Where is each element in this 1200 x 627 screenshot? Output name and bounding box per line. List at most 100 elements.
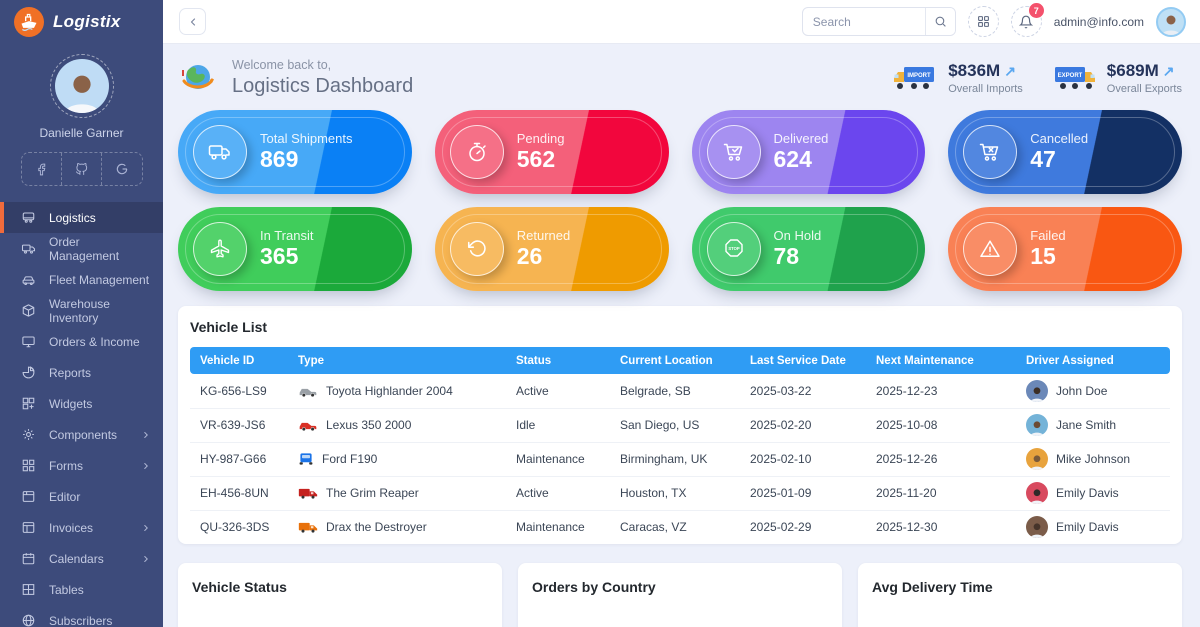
- stat-card-failed: Failed15: [948, 207, 1182, 291]
- vehicle-list-title: Vehicle List: [190, 319, 1170, 335]
- stat-card-pending: Pending562: [435, 110, 669, 194]
- driver-avatar: [1026, 380, 1048, 402]
- facebook-icon[interactable]: [22, 153, 61, 185]
- overall-exports: EXPORT $689M↗ Overall Exports: [1051, 61, 1182, 95]
- apps-grid-button[interactable]: [968, 6, 999, 37]
- car-icon: [21, 272, 36, 287]
- sidebar-item-label: Widgets: [49, 397, 92, 411]
- cart-check-icon: [707, 125, 761, 179]
- column-header: Status: [506, 347, 610, 374]
- sidebar-item-label: Logistics: [49, 211, 96, 225]
- editor-window-icon: [21, 489, 36, 504]
- main-content: Welcome back to, Logistics Dashboard IMP…: [163, 44, 1200, 627]
- sidebar-item-calendars[interactable]: Calendars: [0, 543, 163, 574]
- cart-x-icon: [963, 125, 1017, 179]
- stat-label: On Hold: [774, 228, 822, 243]
- driver-name: Emily Davis: [1056, 486, 1119, 500]
- stat-value: 365: [260, 243, 313, 269]
- notifications-button[interactable]: 7: [1011, 6, 1042, 37]
- sidebar-item-forms[interactable]: Forms: [0, 450, 163, 481]
- stat-value: 869: [260, 146, 353, 172]
- sidebar-item-components[interactable]: Components: [0, 419, 163, 450]
- google-icon[interactable]: [101, 153, 141, 185]
- sidebar-item-label: Subscribers: [49, 614, 112, 627]
- driver-avatar: [1026, 448, 1048, 470]
- warning-triangle-icon: [963, 222, 1017, 276]
- sidebar-item-label: Warehouse Inventory: [49, 297, 151, 325]
- panel-title: Vehicle Status: [192, 579, 488, 595]
- brand-name: Logistix: [53, 12, 121, 32]
- page-title: Logistics Dashboard: [232, 75, 413, 98]
- svg-text:IMPORT: IMPORT: [908, 73, 932, 79]
- table-row[interactable]: HY-987-G66 Ford F190 Maintenance Birming…: [190, 442, 1170, 476]
- sidebar-item-warehouse-inventory[interactable]: Warehouse Inventory: [0, 295, 163, 326]
- sidebar-item-invoices[interactable]: Invoices: [0, 512, 163, 543]
- gear-icon: [21, 427, 36, 442]
- sidebar-item-order-management[interactable]: Order Management: [0, 233, 163, 264]
- search-button[interactable]: [925, 8, 955, 35]
- search-icon: [934, 15, 947, 28]
- next-maintenance-date: 2025-12-26: [866, 442, 1016, 476]
- sidebar-item-label: Tables: [49, 583, 84, 597]
- driver-name: Jane Smith: [1056, 418, 1116, 432]
- user-avatar[interactable]: [1156, 7, 1186, 37]
- next-maintenance-date: 2025-10-08: [866, 408, 1016, 442]
- greeting-text: Welcome back to,: [232, 58, 413, 72]
- column-header: Driver Assigned: [1016, 347, 1170, 374]
- column-header: Next Maintenance: [866, 347, 1016, 374]
- search-input[interactable]: [803, 8, 925, 35]
- topbar: Logistix 7 admin@info.com: [0, 0, 1200, 44]
- sidebar-item-label: Order Management: [49, 235, 151, 263]
- stats-grid: Total Shipments869 Pending562 Delivered6…: [178, 110, 1182, 291]
- table-row[interactable]: KG-656-LS9 Toyota Highlander 2004 Active…: [190, 374, 1170, 408]
- monitor-icon: [21, 334, 36, 349]
- trend-up-arrow-icon: ↗: [1163, 63, 1175, 80]
- table-row[interactable]: QU-326-3DS Drax the Destroyer Maintenanc…: [190, 510, 1170, 544]
- chevron-right-icon: [141, 523, 151, 533]
- user-email[interactable]: admin@info.com: [1054, 15, 1144, 29]
- next-maintenance-date: 2025-12-23: [866, 374, 1016, 408]
- stat-label: Returned: [517, 228, 570, 243]
- imports-label: Overall Imports: [948, 83, 1023, 95]
- stat-label: Failed: [1030, 228, 1065, 243]
- vehicle-status-panel: Vehicle Status: [178, 563, 502, 627]
- table-row[interactable]: VR-639-JS6 Lexus 350 2000 Idle San Diego…: [190, 408, 1170, 442]
- table-row[interactable]: EH-456-8UN The Grim Reaper Active Housto…: [190, 476, 1170, 510]
- sidebar-item-widgets[interactable]: Widgets: [0, 388, 163, 419]
- sidebar-profile: Danielle Garner: [0, 44, 163, 186]
- plane-icon: [193, 222, 247, 276]
- stat-value: 15: [1030, 243, 1065, 269]
- sidebar-item-reports[interactable]: Reports: [0, 357, 163, 388]
- chevron-right-icon: [141, 554, 151, 564]
- car-icon: [298, 419, 318, 431]
- overall-imports: IMPORT $836M↗ Overall Imports: [892, 61, 1023, 95]
- vehicle-status: Maintenance: [506, 510, 610, 544]
- widgets-icon: [21, 396, 36, 411]
- sidebar-item-orders-income[interactable]: Orders & Income: [0, 326, 163, 357]
- vehicle-status: Idle: [506, 408, 610, 442]
- next-maintenance-date: 2025-12-30: [866, 510, 1016, 544]
- profile-avatar[interactable]: [55, 59, 109, 113]
- back-button[interactable]: [179, 8, 206, 35]
- sidebar-item-logistics[interactable]: Logistics: [0, 202, 163, 233]
- sidebar-item-label: Fleet Management: [49, 273, 149, 287]
- sidebar-item-label: Forms: [49, 459, 83, 473]
- social-links: [21, 152, 143, 186]
- welcome-row: Welcome back to, Logistics Dashboard IMP…: [178, 58, 1182, 98]
- globe-hero-icon: [178, 58, 218, 98]
- github-icon[interactable]: [61, 153, 101, 185]
- vehicle-status: Maintenance: [506, 442, 610, 476]
- stat-label: Cancelled: [1030, 131, 1088, 146]
- stat-card-delivered: Delivered624: [692, 110, 926, 194]
- sidebar-item-fleet-management[interactable]: Fleet Management: [0, 264, 163, 295]
- stat-value: 624: [774, 146, 829, 172]
- sidebar-item-subscribers[interactable]: Subscribers: [0, 605, 163, 627]
- sidebar-item-tables[interactable]: Tables: [0, 574, 163, 605]
- shipments-truck-icon: [193, 125, 247, 179]
- sidebar-item-editor[interactable]: Editor: [0, 481, 163, 512]
- stat-label: Delivered: [774, 131, 829, 146]
- vehicle-location: Caracas, VZ: [610, 510, 740, 544]
- vehicle-type: Drax the Destroyer: [326, 520, 427, 534]
- stat-label: Total Shipments: [260, 131, 353, 146]
- vehicle-location: Houston, TX: [610, 476, 740, 510]
